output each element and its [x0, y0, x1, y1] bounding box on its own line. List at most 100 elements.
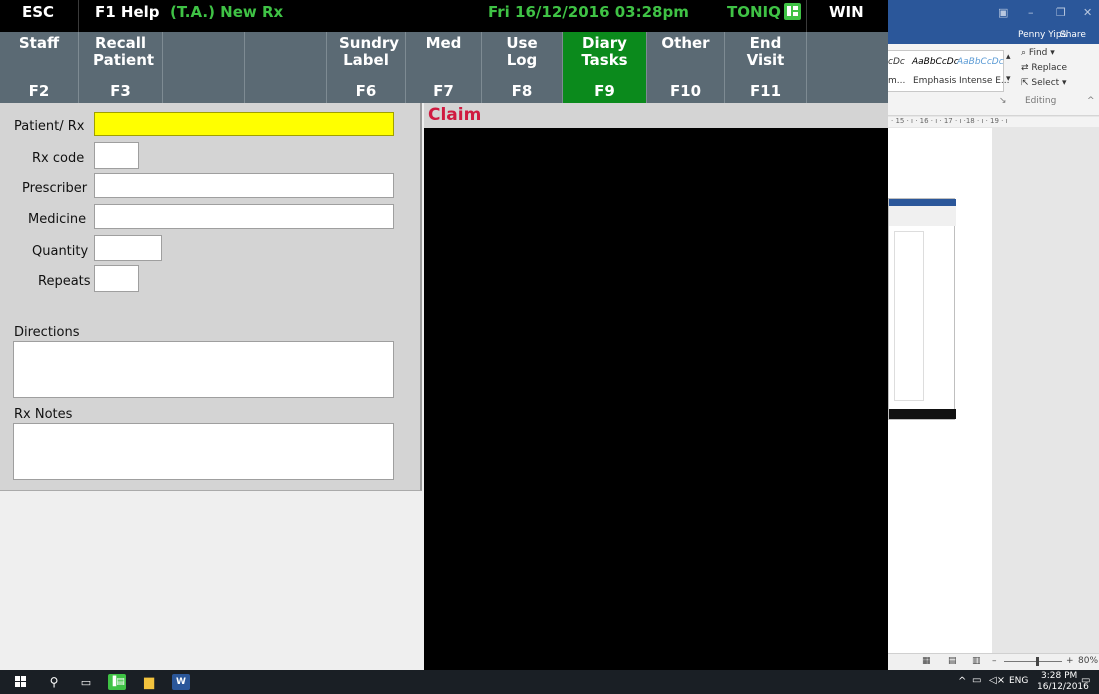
toniq-logo-icon	[783, 3, 801, 20]
staff-button[interactable]: Staff F2	[0, 32, 79, 103]
task-view-icon[interactable]: ▭	[78, 674, 94, 690]
collapse-ribbon-icon[interactable]: ^	[1087, 96, 1095, 106]
toniq-taskbar-icon[interactable]: ▐▤	[108, 674, 126, 690]
document-page[interactable]	[888, 128, 992, 653]
fkey-key: F7	[433, 82, 454, 100]
language-indicator[interactable]: ENG	[1009, 676, 1028, 686]
styles-more-icon[interactable]: ▾	[1006, 74, 1011, 84]
select-label: Select	[1031, 78, 1060, 88]
win-button[interactable]: WIN	[829, 3, 864, 21]
embedded-screenshot-image	[888, 198, 956, 420]
fkey-key: F2	[28, 82, 50, 100]
network-icon[interactable]: ▭	[972, 675, 981, 686]
word-account-bar: Penny Yip ♙ Share	[888, 30, 1099, 44]
med-button[interactable]: Med F7	[406, 32, 482, 103]
fkey-label: Staff	[18, 34, 60, 52]
fkey-label: Sundry Label	[339, 34, 400, 69]
zoom-out-icon[interactable]: –	[992, 656, 997, 666]
editing-group-label: Editing	[1025, 96, 1057, 106]
word-title-bar: ▣ – ❐ ✕	[888, 0, 1099, 30]
user-name[interactable]: Penny Yip	[1018, 30, 1062, 40]
dialog-launcher-icon[interactable]: ↘	[999, 96, 1007, 106]
zoom-in-icon[interactable]: +	[1066, 656, 1074, 666]
fkey-label: Med	[425, 34, 462, 52]
search-icon[interactable]: ⚲	[46, 674, 62, 690]
rx-code-label: Rx code	[32, 151, 85, 166]
style-preview[interactable]: cDc	[888, 57, 905, 67]
fkey-label: Diary Tasks	[581, 34, 628, 69]
select-button[interactable]: ⇱ Select ▾	[1021, 78, 1067, 88]
recall-patient-button[interactable]: Recall Patient F3	[79, 32, 163, 103]
blank-f5-button[interactable]	[245, 32, 327, 103]
volume-icon[interactable]: ◁×	[989, 675, 1005, 686]
fkey-label: Use Log	[506, 34, 538, 69]
web-layout-icon[interactable]: ▥	[972, 656, 981, 666]
rx-notes-field[interactable]	[13, 423, 394, 480]
word-taskbar-icon[interactable]: W	[172, 674, 190, 690]
help-button[interactable]: F1 Help	[95, 3, 160, 21]
patient-rx-field[interactable]	[94, 112, 394, 136]
claim-display-area	[424, 128, 888, 694]
style-preview[interactable]: AaBbCcDc	[957, 57, 1004, 67]
repeats-field[interactable]	[94, 265, 139, 292]
other-button[interactable]: Other F10	[647, 32, 725, 103]
diary-tasks-button[interactable]: Diary Tasks F9	[563, 32, 647, 103]
prescriber-field[interactable]	[94, 173, 394, 198]
ribbon-display-icon[interactable]: ▣	[998, 6, 1008, 19]
blank-f4-button[interactable]	[163, 32, 245, 103]
styles-gallery[interactable]: cDc AaBbCcDc AaBbCcDc m... Emphasis Inte…	[888, 50, 1009, 92]
horizontal-ruler: · 15 · ı · 16 · ı · 17 · ı ·18 · ı · 19 …	[888, 117, 1099, 127]
esc-button[interactable]: ESC	[22, 3, 54, 21]
show-hidden-icons-icon[interactable]: ^	[958, 676, 966, 687]
fkey-label: Recall Patient	[93, 34, 155, 69]
replace-button[interactable]: ⇄ Replace	[1021, 63, 1067, 73]
directions-field[interactable]	[13, 341, 394, 398]
fkey-key: F10	[669, 82, 702, 100]
read-mode-icon[interactable]: ▦	[922, 656, 931, 666]
claim-header: Claim	[424, 103, 888, 128]
find-button[interactable]: ⌕ Find ▾	[1021, 48, 1055, 58]
quantity-label: Quantity	[32, 244, 89, 259]
zoom-level[interactable]: 80%	[1078, 656, 1098, 666]
print-layout-icon[interactable]: ▤	[948, 656, 957, 666]
rx-form-panel: Patient/ Rx Rx code Prescriber Medicine …	[0, 103, 422, 491]
toniq-brand: TONIQ	[727, 3, 801, 21]
fkey-key: F8	[511, 82, 533, 100]
minimize-icon[interactable]: –	[1028, 6, 1034, 19]
blank-f12-button[interactable]	[807, 32, 888, 103]
close-icon[interactable]: ✕	[1083, 6, 1092, 19]
restore-icon[interactable]: ❐	[1056, 6, 1066, 19]
prescriber-label: Prescriber	[22, 181, 88, 196]
word-ribbon: cDc AaBbCcDc AaBbCcDc m... Emphasis Inte…	[888, 44, 1099, 116]
repeats-label: Repeats	[38, 274, 91, 289]
function-key-bar: Staff F2 Recall Patient F3 Sundry Label …	[0, 32, 888, 103]
zoom-slider-thumb[interactable]	[1036, 657, 1039, 666]
clock-time[interactable]: 3:28 PM	[1041, 671, 1077, 681]
lower-empty-panel	[0, 492, 424, 670]
medicine-field[interactable]	[94, 204, 394, 229]
style-preview[interactable]: AaBbCcDc	[912, 57, 959, 67]
file-explorer-icon[interactable]: ▆	[140, 674, 158, 690]
zoom-slider[interactable]	[1004, 661, 1062, 662]
quantity-field[interactable]	[94, 235, 162, 261]
select-icon: ⇱	[1021, 78, 1029, 88]
patient-rx-label: Patient/ Rx	[14, 119, 85, 134]
fkey-label: Other	[661, 34, 710, 52]
toniq-title-bar: ESC F1 Help (T.A.) New Rx Fri 16/12/2016…	[0, 0, 888, 32]
end-visit-button[interactable]: End Visit F11	[725, 32, 807, 103]
windows-icon	[15, 676, 27, 688]
action-center-icon[interactable]: ▭	[1081, 675, 1090, 686]
rx-code-field[interactable]	[94, 142, 139, 169]
claim-title: Claim	[428, 105, 482, 125]
style-name: Intense E...	[959, 76, 1010, 86]
find-icon: ⌕	[1021, 48, 1027, 58]
use-log-button[interactable]: Use Log F8	[482, 32, 563, 103]
share-label: Share	[1060, 30, 1086, 40]
datetime-display: Fri 16/12/2016 03:28pm	[488, 3, 689, 21]
styles-scroll-icon[interactable]: ▴	[1006, 52, 1011, 62]
start-button[interactable]	[13, 674, 29, 690]
mode-indicator: (T.A.) New Rx	[170, 3, 284, 21]
word-status-bar: ▦ ▤ ▥ – + 80%	[888, 653, 1099, 670]
fkey-label: End Visit	[746, 34, 785, 69]
sundry-label-button[interactable]: Sundry Label F6	[327, 32, 406, 103]
